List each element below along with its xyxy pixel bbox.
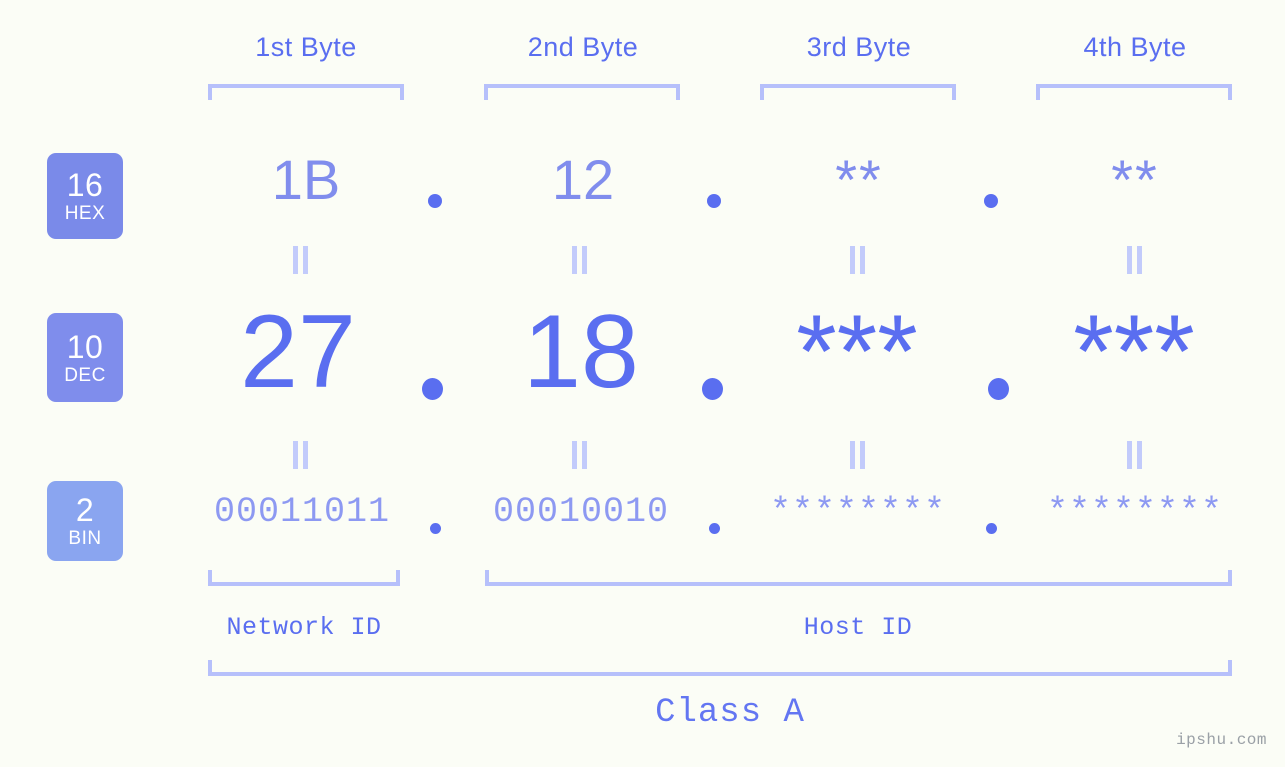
radix-badge-number: 16 bbox=[66, 167, 104, 203]
hex-byte-3: ** bbox=[835, 148, 883, 211]
hex-byte-2: 12 bbox=[551, 148, 615, 211]
radix-badge-name: HEX bbox=[64, 203, 106, 224]
site-watermark: ipshu.com bbox=[1176, 731, 1267, 749]
bin-separator-dot-1 bbox=[430, 523, 441, 534]
byte-header-3: 3rd Byte bbox=[806, 32, 912, 62]
class-label: Class A bbox=[655, 694, 805, 732]
equals-connector-dec-bin-1 bbox=[290, 441, 312, 469]
dec-byte-1: 27 bbox=[240, 294, 356, 410]
radix-badge-number: 10 bbox=[66, 328, 104, 365]
equals-connector-dec-bin-4 bbox=[1124, 441, 1146, 469]
radix-badge-number: 2 bbox=[75, 492, 95, 528]
equals-connector-hex-dec-1 bbox=[290, 246, 312, 274]
hex-separator-dot-3 bbox=[984, 194, 998, 208]
radix-badge-dec: 10 DEC bbox=[47, 313, 123, 402]
byte-bracket-2 bbox=[484, 84, 680, 100]
bin-separator-dot-2 bbox=[709, 523, 720, 534]
equals-connector-hex-dec-2 bbox=[569, 246, 591, 274]
ip-address-breakdown-diagram: 1st Byte 2nd Byte 3rd Byte 4th Byte 16 H… bbox=[0, 0, 1285, 767]
equals-connector-dec-bin-2 bbox=[569, 441, 591, 469]
equals-connector-hex-dec-4 bbox=[1124, 246, 1146, 274]
bin-byte-4: ******** bbox=[1046, 492, 1224, 532]
dec-separator-dot-1 bbox=[422, 378, 443, 400]
hex-separator-dot-1 bbox=[428, 194, 442, 208]
bin-byte-3: ******** bbox=[769, 492, 947, 532]
byte-header-1: 1st Byte bbox=[255, 32, 357, 62]
dec-byte-2: 18 bbox=[523, 294, 639, 410]
radix-badge-hex: 16 HEX bbox=[47, 153, 123, 239]
equals-connector-dec-bin-3 bbox=[847, 441, 869, 469]
host-id-label: Host ID bbox=[803, 613, 913, 642]
hex-separator-dot-2 bbox=[707, 194, 721, 208]
byte-bracket-3 bbox=[760, 84, 956, 100]
radix-badge-name: DEC bbox=[64, 364, 106, 386]
network-id-label: Network ID bbox=[226, 613, 382, 642]
radix-badge-name: BIN bbox=[68, 528, 102, 549]
dec-byte-3: *** bbox=[796, 294, 918, 410]
radix-badge-bin: 2 BIN bbox=[47, 481, 123, 561]
dec-byte-4: *** bbox=[1073, 294, 1195, 410]
byte-header-2: 2nd Byte bbox=[527, 32, 639, 62]
host-id-bracket bbox=[485, 570, 1232, 586]
equals-connector-hex-dec-3 bbox=[847, 246, 869, 274]
byte-bracket-1 bbox=[208, 84, 404, 100]
dec-separator-dot-3 bbox=[988, 378, 1009, 400]
class-bracket bbox=[208, 660, 1232, 676]
hex-byte-1: 1B bbox=[271, 148, 341, 211]
bin-byte-1: 00011011 bbox=[213, 492, 391, 532]
byte-header-4: 4th Byte bbox=[1083, 32, 1187, 62]
byte-bracket-4 bbox=[1036, 84, 1232, 100]
hex-byte-4: ** bbox=[1111, 148, 1159, 211]
bin-byte-2: 00010010 bbox=[492, 492, 670, 532]
bin-separator-dot-3 bbox=[986, 523, 997, 534]
network-id-bracket bbox=[208, 570, 400, 586]
dec-separator-dot-2 bbox=[702, 378, 723, 400]
